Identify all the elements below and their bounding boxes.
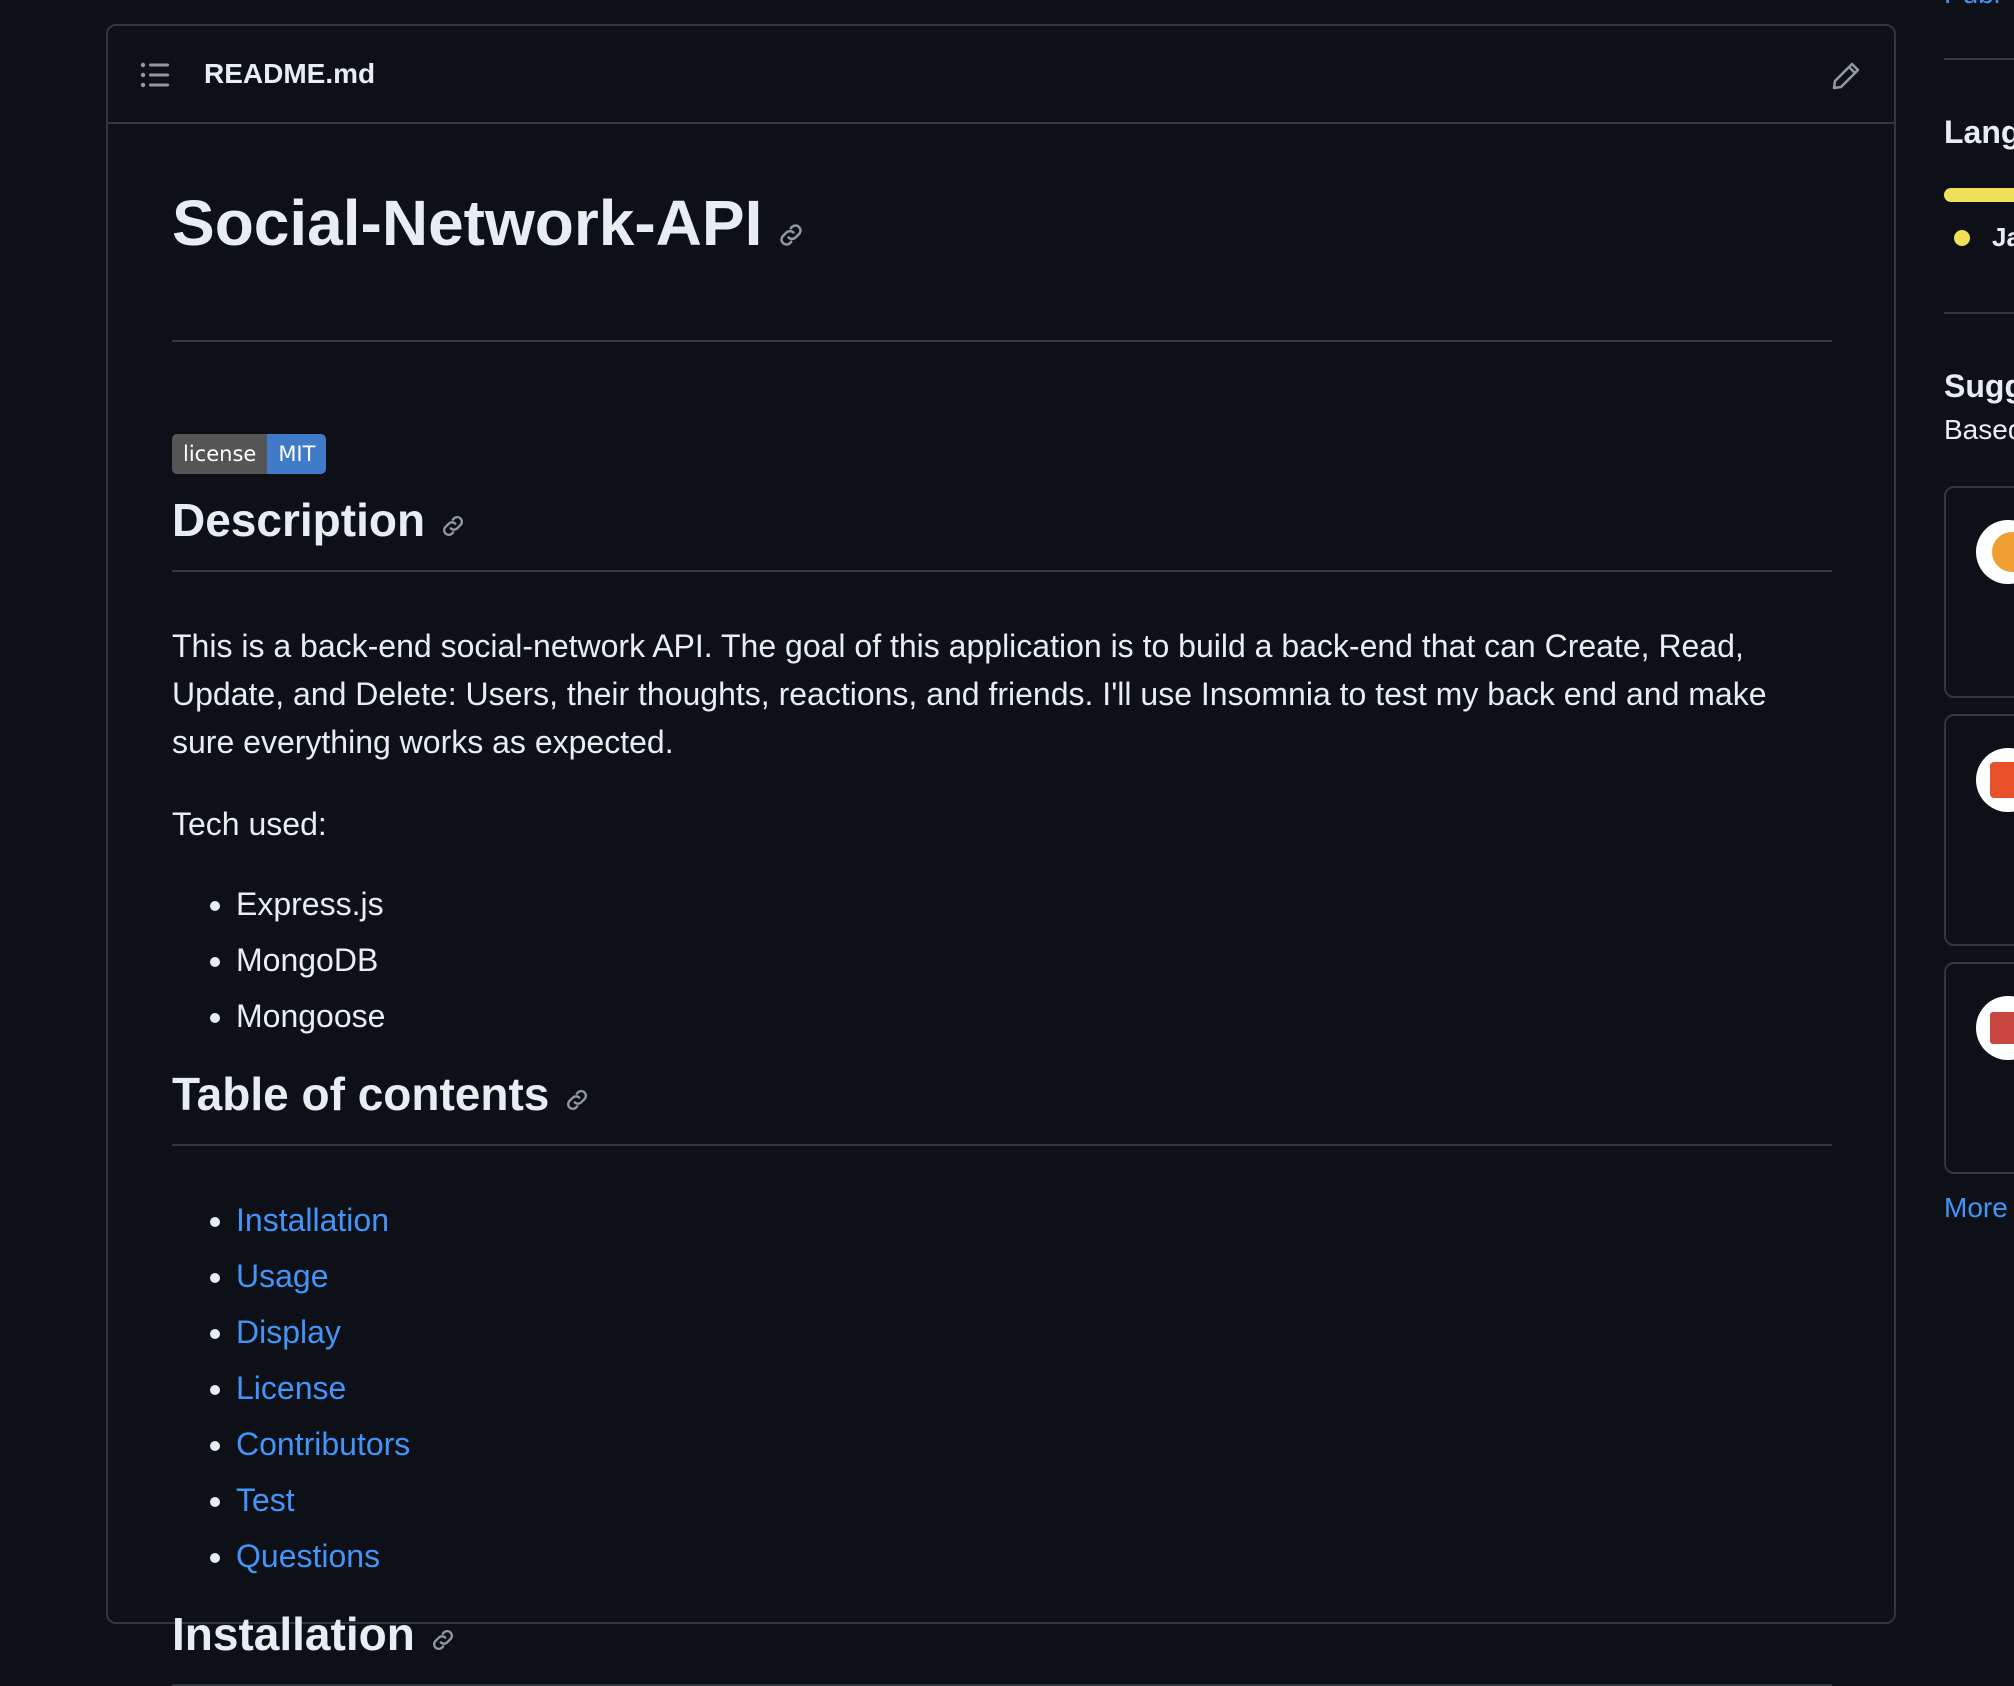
repo-sidebar: Publ Lang Ja Sugg Based More: [1944, 0, 2014, 1560]
readme-title: Social-Network-API: [172, 184, 1832, 342]
sidebar-top-link[interactable]: Publ: [1944, 0, 2000, 10]
toc-link-display[interactable]: Display: [236, 1314, 341, 1350]
divider: [1944, 312, 2014, 314]
language-name[interactable]: Ja: [1992, 222, 2014, 253]
readme-header: README.md: [108, 26, 1894, 124]
list-item: Usage: [236, 1248, 410, 1304]
language-bar: [1944, 188, 2014, 202]
language-dot-icon: [1954, 230, 1970, 246]
installation-heading-text: Installation: [172, 1608, 415, 1660]
list-item: Mongoose: [236, 988, 385, 1044]
badge-value: MIT: [267, 434, 327, 474]
toc-link-test[interactable]: Test: [236, 1482, 295, 1518]
divider: [1944, 58, 2014, 60]
description-text: This is a back-end social-network API. T…: [172, 628, 1767, 760]
languages-heading: Lang: [1944, 114, 2014, 150]
link-icon[interactable]: [429, 1610, 457, 1666]
avatar: [1976, 520, 2014, 584]
list-item: MongoDB: [236, 932, 385, 988]
readme-title-text: Social-Network-API: [172, 187, 763, 259]
readme-filename[interactable]: README.md: [204, 58, 375, 90]
more-link[interactable]: More: [1944, 1192, 2008, 1224]
license-badge[interactable]: license MIT: [172, 434, 327, 474]
list-item: Questions: [236, 1528, 410, 1584]
tech-list: Express.js MongoDB Mongoose: [172, 876, 385, 1044]
toc-heading-text: Table of contents: [172, 1068, 550, 1120]
list-unordered-icon[interactable]: [140, 62, 170, 88]
toc-link-installation[interactable]: Installation: [236, 1202, 389, 1238]
toc-link-license[interactable]: License: [236, 1370, 346, 1406]
toc-link-contributors[interactable]: Contributors: [236, 1426, 410, 1462]
list-item: Display: [236, 1304, 410, 1360]
list-item: Installation: [236, 1192, 410, 1248]
installation-heading: Installation: [172, 1606, 1832, 1686]
toc-link-usage[interactable]: Usage: [236, 1258, 329, 1294]
readme-panel: README.md Social-Network-API license MIT…: [106, 24, 1896, 1686]
toc-list: Installation Usage Display License Contr…: [172, 1192, 410, 1584]
avatar: [1976, 748, 2014, 812]
suggested-card[interactable]: [1944, 714, 2014, 946]
toc-heading: Table of contents: [172, 1066, 1832, 1146]
link-icon[interactable]: [776, 189, 806, 267]
toc-link-questions[interactable]: Questions: [236, 1538, 380, 1574]
suggested-card[interactable]: [1944, 962, 2014, 1174]
pencil-icon[interactable]: [1830, 60, 1862, 92]
suggested-subtitle: Based: [1944, 414, 2014, 445]
list-item: Contributors: [236, 1416, 410, 1472]
suggested-card[interactable]: [1944, 486, 2014, 698]
tech-label: Tech used:: [172, 806, 327, 842]
description-heading-text: Description: [172, 494, 426, 546]
list-item: Express.js: [236, 876, 385, 932]
description-heading: Description: [172, 492, 1832, 572]
suggested-heading: Sugg: [1944, 368, 2014, 404]
list-item: Test: [236, 1472, 410, 1528]
link-icon[interactable]: [563, 1070, 591, 1126]
list-item: License: [236, 1360, 410, 1416]
avatar: [1976, 996, 2014, 1060]
badge-label: license: [172, 434, 268, 474]
link-icon[interactable]: [439, 496, 467, 552]
